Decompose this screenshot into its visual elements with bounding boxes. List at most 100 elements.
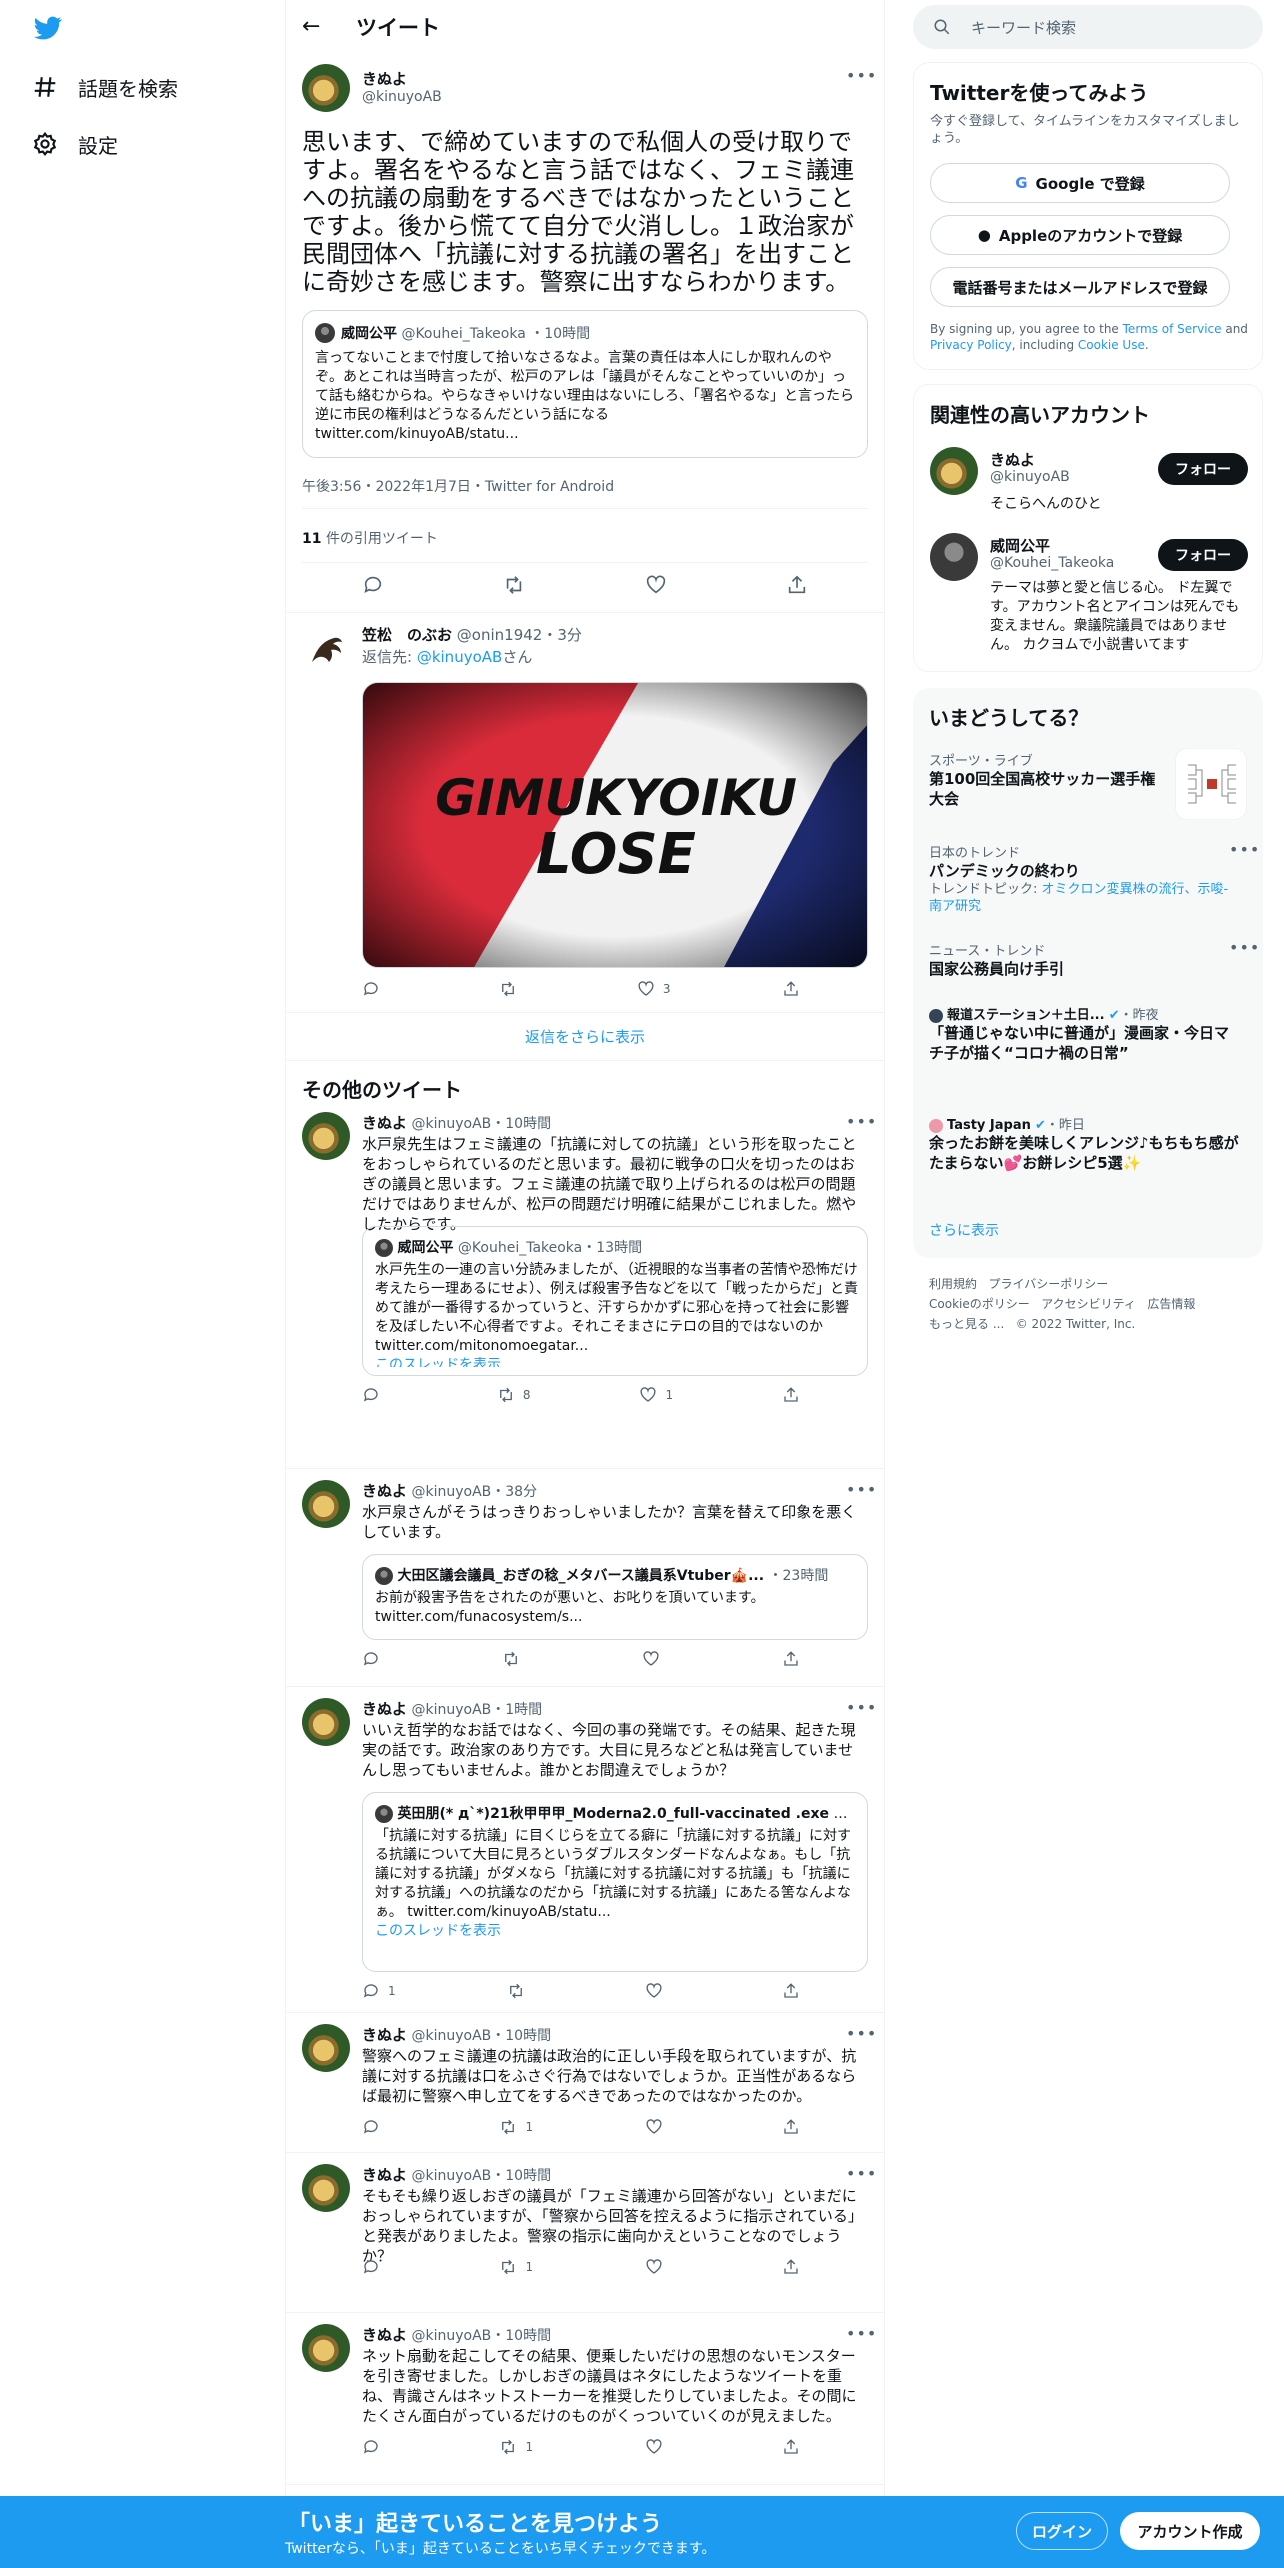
share-button[interactable] (782, 2118, 808, 2136)
share-button[interactable] (782, 1982, 808, 2000)
reply-icon[interactable] (362, 574, 384, 596)
account-name[interactable]: きぬよ (990, 449, 1035, 470)
tweet-time[interactable]: 10時間 (505, 2028, 551, 2044)
reply-button[interactable] (362, 2258, 388, 2276)
author-name[interactable]: 笠松 のぶお (362, 626, 452, 644)
google-signup-button[interactable]: G Google で登録 (930, 163, 1230, 203)
tweet-time[interactable]: 3分 (557, 626, 582, 644)
reply-button[interactable] (362, 980, 388, 998)
like-icon[interactable] (645, 574, 667, 596)
more-options-icon[interactable]: ••• (846, 1698, 877, 1717)
tweet-time[interactable]: 38分 (505, 1484, 537, 1500)
nav-settings[interactable]: 設定 (32, 116, 118, 172)
like-button[interactable] (642, 1650, 668, 1668)
trend-thumbnail[interactable] (1175, 748, 1247, 820)
reply-button[interactable] (362, 1386, 388, 1404)
trend-item[interactable]: 報道ステーション＋土日... ✔・昨夜 「普通じゃない中に普通が」漫画家・今日マ… (929, 1004, 1239, 1063)
twitter-logo-icon[interactable] (32, 14, 64, 42)
account-handle[interactable]: @Kouhei_Takeoka (990, 555, 1114, 571)
quote-link[interactable]: twitter.com/mitonomoegatar... (375, 1338, 588, 1354)
like-button[interactable] (645, 2258, 671, 2276)
author-name[interactable]: きぬよ (362, 2326, 407, 2344)
more-options-icon[interactable]: ••• (846, 2024, 877, 2043)
retweet-button[interactable] (507, 1982, 533, 2000)
tweet-time[interactable]: 10時間 (505, 2168, 551, 2184)
share-button[interactable] (782, 2258, 808, 2276)
show-thread-link[interactable]: このスレッドを表示 (375, 1923, 501, 1939)
author-handle[interactable]: @onin1942 (457, 626, 543, 644)
reply-button[interactable] (362, 2118, 388, 2136)
author-handle[interactable]: @kinuyoAB (411, 2168, 491, 2184)
author-name[interactable]: きぬよ (362, 1114, 407, 1132)
more-options-icon[interactable]: ••• (846, 66, 877, 85)
quoted-tweet[interactable]: 大田区議会議員_おぎの稔_メタバース議員系Vtuber🎪... ・23時間 お前… (362, 1554, 868, 1640)
author-name[interactable]: きぬよ (362, 2166, 407, 2184)
account-avatar[interactable] (930, 447, 978, 495)
retweet-icon[interactable] (503, 574, 525, 596)
more-options-icon[interactable]: ••• (846, 1480, 877, 1499)
tweet-time[interactable]: 10時間 (505, 1116, 551, 1132)
like-button[interactable]: 3 (637, 980, 671, 998)
tweet-time[interactable]: 10時間 (505, 2328, 551, 2344)
follow-button[interactable]: フォロー (1158, 539, 1248, 571)
author-name[interactable]: きぬよ (362, 2026, 407, 2044)
cookie-link[interactable]: Cookie Use (1078, 338, 1145, 352)
phone-signup-button[interactable]: 電話番号またはメールアドレスで登録 (930, 267, 1230, 307)
retweet-button[interactable] (499, 980, 525, 998)
quote-link[interactable]: twitter.com/funacosystem/s... (375, 1609, 582, 1625)
reply-to-link[interactable]: @kinuyoAB (417, 648, 502, 666)
like-button[interactable]: 1 (639, 1386, 673, 1404)
search-box[interactable]: キーワード検索 (913, 5, 1263, 49)
avatar[interactable] (302, 2324, 350, 2372)
avatar[interactable] (302, 1112, 350, 1160)
apple-signup-button[interactable]: ● Appleのアカウントで登録 (930, 215, 1230, 255)
trend-more-icon[interactable]: ••• (1229, 938, 1260, 957)
footer-link[interactable]: プライバシーポリシー (988, 1277, 1108, 1291)
author-handle[interactable]: @kinuyoAB (411, 2028, 491, 2044)
more-options-icon[interactable]: ••• (846, 1112, 877, 1131)
like-button[interactable] (645, 2118, 671, 2136)
show-thread-link[interactable]: このスレッドを表示 (375, 1357, 501, 1367)
trend-more-icon[interactable]: ••• (1229, 840, 1260, 859)
more-options-icon[interactable]: ••• (846, 2324, 877, 2343)
retweet-button[interactable]: 8 (497, 1386, 531, 1404)
follow-button[interactable]: フォロー (1158, 453, 1248, 485)
signup-button[interactable]: アカウント作成 (1120, 2512, 1260, 2550)
footer-link[interactable]: 広告情報 (1147, 1297, 1195, 1311)
quoted-tweet[interactable]: 英田朋(* д`*)21秋甲甲甲_Moderna2.0_full-vaccina… (362, 1792, 868, 1972)
quote-link[interactable]: twitter.com/kinuyoAB/statu... (407, 1904, 611, 1920)
retweet-button[interactable] (502, 1650, 528, 1668)
show-more-replies[interactable]: 返信をさらに表示 (286, 1026, 884, 1047)
tweet-image[interactable]: GIMUKYOIKU LOSE (362, 682, 868, 968)
avatar[interactable] (302, 624, 350, 672)
author-handle[interactable]: @kinuyoAB (362, 89, 442, 105)
trend-item[interactable]: ニュース・トレンド 国家公務員向け手引 (929, 940, 1239, 979)
avatar[interactable] (302, 2024, 350, 2072)
tweet-time[interactable]: 1時間 (505, 1702, 542, 1718)
nav-explore[interactable]: 話題を検索 (32, 59, 178, 115)
trend-item[interactable]: 日本のトレンド パンデミックの終わり トレンドトピック: オミクロン変異株の流行… (929, 842, 1239, 915)
quote-tweets-count[interactable]: 11 件の引用ツイート (302, 528, 438, 548)
account-avatar[interactable] (930, 533, 978, 581)
footer-link[interactable]: アクセシビリティ (1041, 1297, 1136, 1311)
quoted-tweet[interactable]: 威岡公平 @Kouhei_Takeoka ・10時間 言ってないことまで忖度して… (302, 310, 868, 458)
share-button[interactable] (782, 2438, 808, 2456)
reply-button[interactable] (362, 1650, 388, 1668)
avatar[interactable] (302, 1698, 350, 1746)
avatar[interactable] (302, 64, 350, 112)
author-handle[interactable]: @kinuyoAB (411, 1116, 491, 1132)
retweet-button[interactable]: 1 (499, 2118, 533, 2136)
account-name[interactable]: 威岡公平 (990, 535, 1050, 556)
share-button[interactable] (782, 1650, 808, 1668)
author-handle[interactable]: @kinuyoAB (411, 1484, 491, 1500)
footer-link[interactable]: Cookieのポリシー (929, 1297, 1030, 1311)
avatar[interactable] (302, 1480, 350, 1528)
back-arrow-icon[interactable]: ← (302, 14, 342, 39)
author-name[interactable]: きぬよ (362, 1482, 407, 1500)
search-input[interactable]: キーワード検索 (971, 17, 1076, 38)
avatar[interactable] (302, 2164, 350, 2212)
footer-link[interactable]: もっと見る ... (929, 1317, 1004, 1331)
like-button[interactable] (645, 1982, 671, 2000)
trend-item[interactable]: スポーツ・ライブ 第100回全国高校サッカー選手権大会 (929, 750, 1169, 809)
footer-link[interactable]: 利用規約 (929, 1277, 977, 1291)
